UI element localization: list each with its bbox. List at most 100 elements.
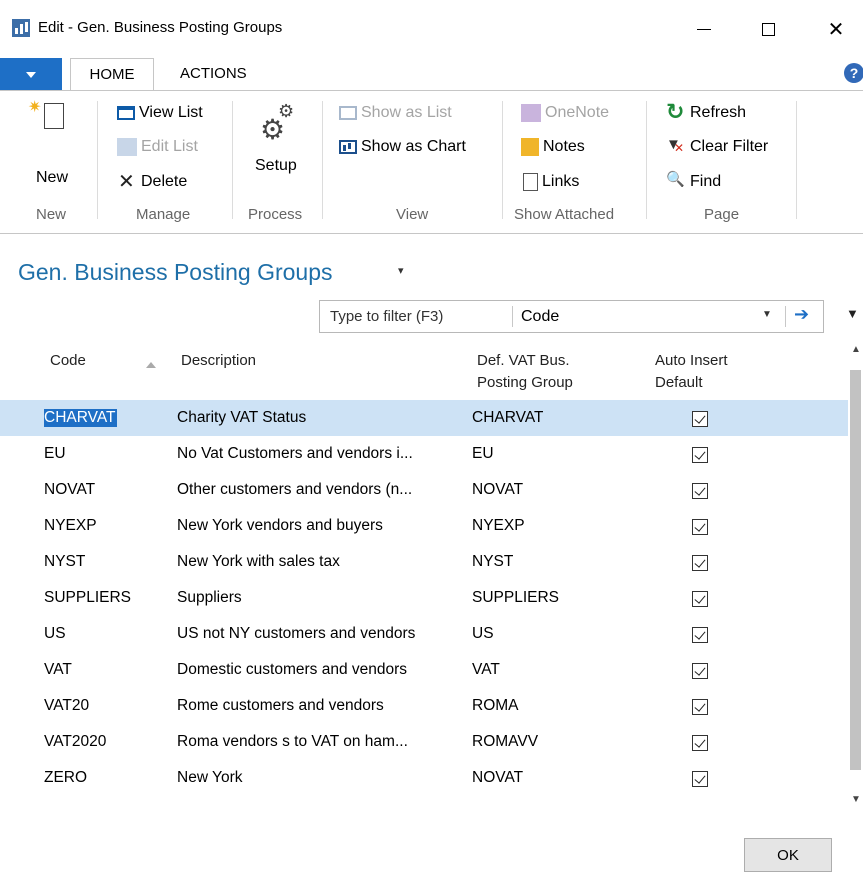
column-header-code[interactable]: Code [50, 350, 86, 372]
onenote-label: OneNote [545, 104, 610, 121]
cell-def-vat[interactable]: ROMA [472, 697, 519, 715]
scrollbar-thumb[interactable] [850, 370, 861, 770]
clear-filter-button[interactable]: Clear Filter [666, 136, 768, 156]
tab-actions[interactable]: ACTIONS [166, 58, 261, 91]
onenote-icon [521, 104, 541, 122]
close-button[interactable]: ✕ [816, 12, 856, 46]
table-row[interactable]: US US not NY customers and vendors US [0, 616, 848, 652]
auto-insert-checkbox[interactable] [692, 735, 708, 751]
cell-code[interactable]: US [44, 625, 66, 643]
new-button[interactable]: ✷ New [28, 99, 76, 198]
cell-description[interactable]: Domestic customers and vendors [177, 661, 463, 679]
auto-insert-checkbox[interactable] [692, 555, 708, 571]
column-header-description[interactable]: Description [181, 350, 256, 372]
cell-def-vat[interactable]: NYST [472, 553, 513, 571]
view-list-button[interactable]: View List [117, 104, 203, 122]
cell-code[interactable]: VAT [44, 661, 72, 679]
show-as-chart-button[interactable]: Show as Chart [339, 138, 466, 156]
notes-label: Notes [543, 138, 585, 155]
chevron-down-icon[interactable]: ▼ [762, 309, 772, 320]
filter-field-select[interactable]: Code [521, 308, 559, 326]
cell-description[interactable]: Roma vendors s to VAT on ham... [177, 733, 463, 751]
column-header-auto-insert[interactable]: Auto Insert Default [655, 350, 728, 394]
edit-list-button[interactable]: Edit List [117, 138, 198, 156]
show-as-list-label: Show as List [361, 104, 452, 121]
ribbon-separator [322, 101, 323, 219]
cell-description[interactable]: New York with sales tax [177, 553, 463, 571]
page-title-dropdown-icon[interactable]: ▾ [398, 264, 404, 277]
cell-code[interactable]: NYEXP [44, 517, 97, 535]
filter-input[interactable] [320, 301, 512, 332]
cell-def-vat[interactable]: US [472, 625, 494, 643]
find-button[interactable]: Find [666, 170, 722, 191]
notes-button[interactable]: Notes [521, 138, 585, 156]
scroll-down-icon[interactable]: ▼ [851, 794, 861, 805]
cell-code[interactable]: ZERO [44, 769, 87, 787]
cell-code[interactable]: SUPPLIERS [44, 589, 131, 607]
show-as-list-button[interactable]: Show as List [339, 104, 452, 122]
cell-def-vat[interactable]: NOVAT [472, 769, 523, 787]
cell-code[interactable]: VAT2020 [44, 733, 106, 751]
cell-def-vat[interactable]: CHARVAT [472, 409, 543, 427]
help-icon[interactable]: ? [844, 63, 863, 83]
table-row[interactable]: ZERO New York NOVAT [0, 760, 848, 796]
auto-insert-checkbox[interactable] [692, 447, 708, 463]
cell-code[interactable]: NYST [44, 553, 85, 571]
auto-insert-checkbox[interactable] [692, 771, 708, 787]
cell-description[interactable]: No Vat Customers and vendors i... [177, 445, 463, 463]
refresh-button[interactable]: Refresh [666, 99, 747, 125]
cell-description[interactable]: Rome customers and vendors [177, 697, 463, 715]
cell-code[interactable]: CHARVAT [44, 409, 118, 427]
edit-list-label: Edit List [141, 138, 198, 155]
cell-def-vat[interactable]: NOVAT [472, 481, 523, 499]
links-button[interactable]: Links [523, 173, 579, 191]
table-row[interactable]: VAT2020 Roma vendors s to VAT on ham... … [0, 724, 848, 760]
delete-button[interactable]: Delete [117, 169, 187, 194]
auto-insert-checkbox[interactable] [692, 591, 708, 607]
minimize-icon [697, 28, 711, 30]
tab-home[interactable]: HOME [70, 58, 154, 91]
cell-def-vat[interactable]: SUPPLIERS [472, 589, 559, 607]
table-row[interactable]: NYEXP New York vendors and buyers NYEXP [0, 508, 848, 544]
table-row[interactable]: EU No Vat Customers and vendors i... EU [0, 436, 848, 472]
cell-code[interactable]: EU [44, 445, 66, 463]
auto-insert-checkbox[interactable] [692, 483, 708, 499]
arrow-right-icon[interactable]: ➔ [794, 304, 809, 325]
app-menu-button[interactable] [0, 58, 62, 91]
refresh-label: Refresh [690, 104, 747, 121]
table-row[interactable]: CHARVAT Charity VAT Status CHARVAT [0, 400, 848, 436]
maximize-button[interactable] [748, 12, 788, 46]
auto-insert-checkbox[interactable] [692, 411, 708, 427]
cell-def-vat[interactable]: EU [472, 445, 494, 463]
column-header-def-vat[interactable]: Def. VAT Bus. Posting Group [477, 350, 573, 394]
minimize-button[interactable] [684, 12, 724, 46]
table-row[interactable]: VAT Domestic customers and vendors VAT [0, 652, 848, 688]
cell-description[interactable]: New York vendors and buyers [177, 517, 463, 535]
table-row[interactable]: NOVAT Other customers and vendors (n... … [0, 472, 848, 508]
cell-description[interactable]: US not NY customers and vendors [177, 625, 463, 643]
cell-description[interactable]: New York [177, 769, 463, 787]
cell-code[interactable]: VAT20 [44, 697, 89, 715]
setup-button[interactable]: ⚙ ⚙ Setup [250, 101, 310, 196]
cell-def-vat[interactable]: VAT [472, 661, 500, 679]
cell-def-vat[interactable]: ROMAVV [472, 733, 538, 751]
cell-code[interactable]: NOVAT [44, 481, 95, 499]
cell-def-vat[interactable]: NYEXP [472, 517, 525, 535]
cell-description[interactable]: Suppliers [177, 589, 463, 607]
onenote-button[interactable]: OneNote [521, 104, 609, 122]
ok-button[interactable]: OK [744, 838, 832, 872]
scroll-up-icon[interactable]: ▲ [851, 344, 861, 355]
collapse-chevron-icon[interactable]: ▼ [846, 306, 859, 321]
table-row[interactable]: SUPPLIERS Suppliers SUPPLIERS [0, 580, 848, 616]
auto-insert-checkbox[interactable] [692, 663, 708, 679]
auto-insert-checkbox[interactable] [692, 699, 708, 715]
vertical-scrollbar[interactable]: ▲ ▼ [848, 342, 863, 812]
table-row[interactable]: NYST New York with sales tax NYST [0, 544, 848, 580]
find-label: Find [690, 173, 722, 190]
auto-insert-checkbox[interactable] [692, 519, 708, 535]
auto-insert-checkbox[interactable] [692, 627, 708, 643]
view-list-icon [117, 106, 135, 120]
cell-description[interactable]: Charity VAT Status [177, 409, 463, 427]
cell-description[interactable]: Other customers and vendors (n... [177, 481, 463, 499]
table-row[interactable]: VAT20 Rome customers and vendors ROMA [0, 688, 848, 724]
